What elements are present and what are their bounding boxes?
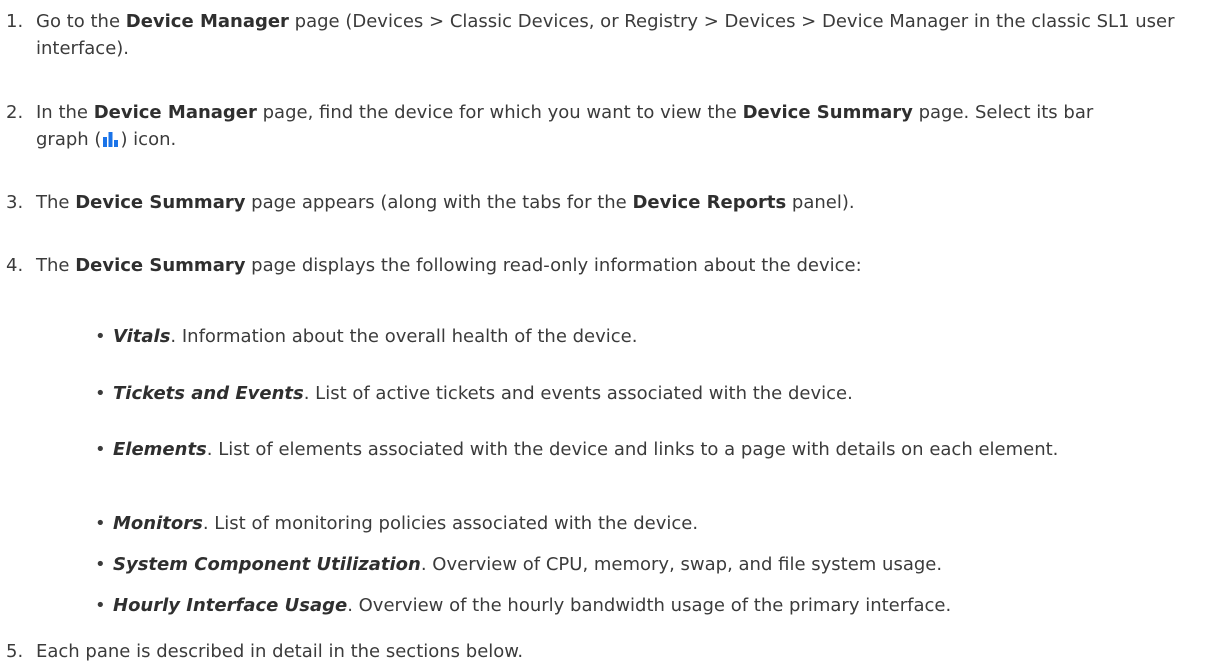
bullet-text: Elements. List of elements associated wi…	[113, 436, 1153, 463]
step-text: Each pane is described in detail in the …	[36, 638, 1216, 665]
bullet-term: Elements	[113, 439, 207, 460]
bullet-term: Tickets and Events	[113, 383, 304, 404]
bullet-term: Vitals	[113, 326, 171, 347]
ui-term-device-manager: Device Manager	[125, 11, 289, 32]
bullet-glyph: •	[95, 383, 106, 404]
document-page: 1. Go to the Device Manager page (Device…	[0, 0, 1225, 666]
text-run: The	[36, 255, 76, 276]
bullet-desc: . List of elements associated with the d…	[206, 439, 1059, 460]
text-run: Go to the	[36, 11, 126, 32]
text-run: page, find the device for which you want…	[256, 102, 743, 123]
bullet-desc: . List of active tickets and events asso…	[303, 383, 853, 404]
text-run: In the	[36, 102, 94, 123]
bullet-term: Monitors	[113, 513, 203, 534]
step-text: Go to the Device Manager page (Devices >…	[36, 8, 1221, 62]
bullet-desc: . Information about the overall health o…	[170, 326, 638, 347]
text-run: The	[36, 192, 76, 213]
bullet-glyph: •	[95, 439, 106, 460]
bullet-term: System Component Utilization	[113, 554, 421, 575]
bullet-desc: . Overview of the hourly bandwidth usage…	[347, 595, 952, 616]
step-number: 4.	[6, 255, 24, 276]
bullet-glyph: •	[95, 595, 106, 616]
text-run: panel).	[786, 192, 855, 213]
text-run: page appears (along with the tabs for th…	[245, 192, 633, 213]
bullet-text: System Component Utilization. Overview o…	[113, 551, 1193, 578]
bullet-glyph: •	[95, 513, 106, 534]
step-number: 5.	[6, 641, 24, 662]
bullet-glyph: •	[95, 554, 106, 575]
bullet-term: Hourly Interface Usage	[113, 595, 348, 616]
ui-term-device-manager: Device Manager	[93, 102, 257, 123]
step-number: 2.	[6, 102, 24, 123]
bullet-text: Vitals. Information about the overall he…	[113, 323, 1193, 350]
bar-graph-icon	[103, 132, 119, 147]
ui-term-device-reports: Device Reports	[632, 192, 787, 213]
text-run: Each pane is described in detail in the …	[36, 641, 524, 662]
bullet-desc: . List of monitoring policies associated…	[202, 513, 699, 534]
ui-term-device-summary: Device Summary	[75, 192, 246, 213]
step-text: The Device Summary page displays the fol…	[36, 252, 1216, 279]
step-text: The Device Summary page appears (along w…	[36, 189, 1216, 216]
step-number: 1.	[6, 11, 24, 32]
bullet-desc: . Overview of CPU, memory, swap, and fil…	[420, 554, 943, 575]
step-text: In the Device Manager page, find the dev…	[36, 99, 1126, 153]
bullet-text: Monitors. List of monitoring policies as…	[113, 510, 1193, 537]
step-number: 3.	[6, 192, 24, 213]
bullet-text: Tickets and Events. List of active ticke…	[113, 380, 1193, 407]
text-run: ) icon.	[120, 129, 177, 150]
bullet-text: Hourly Interface Usage. Overview of the …	[113, 592, 1193, 619]
ui-term-device-summary: Device Summary	[75, 255, 246, 276]
bullet-glyph: •	[95, 326, 106, 347]
text-run: page displays the following read-only in…	[245, 255, 862, 276]
ui-term-device-summary: Device Summary	[742, 102, 913, 123]
